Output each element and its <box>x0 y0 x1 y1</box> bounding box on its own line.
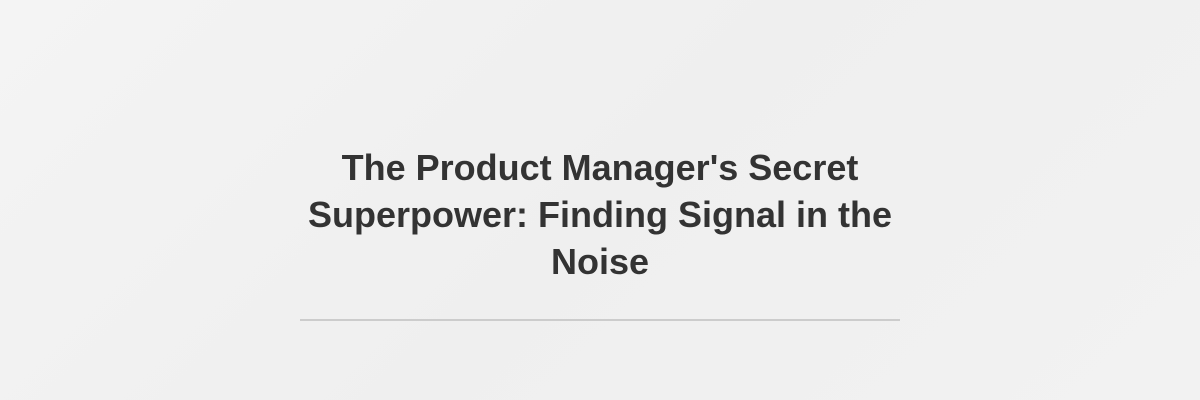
page-title: The Product Manager's Secret Superpower:… <box>308 147 892 282</box>
title-divider <box>300 319 900 321</box>
hero-banner: The Product Manager's Secret Superpower:… <box>0 0 1200 400</box>
